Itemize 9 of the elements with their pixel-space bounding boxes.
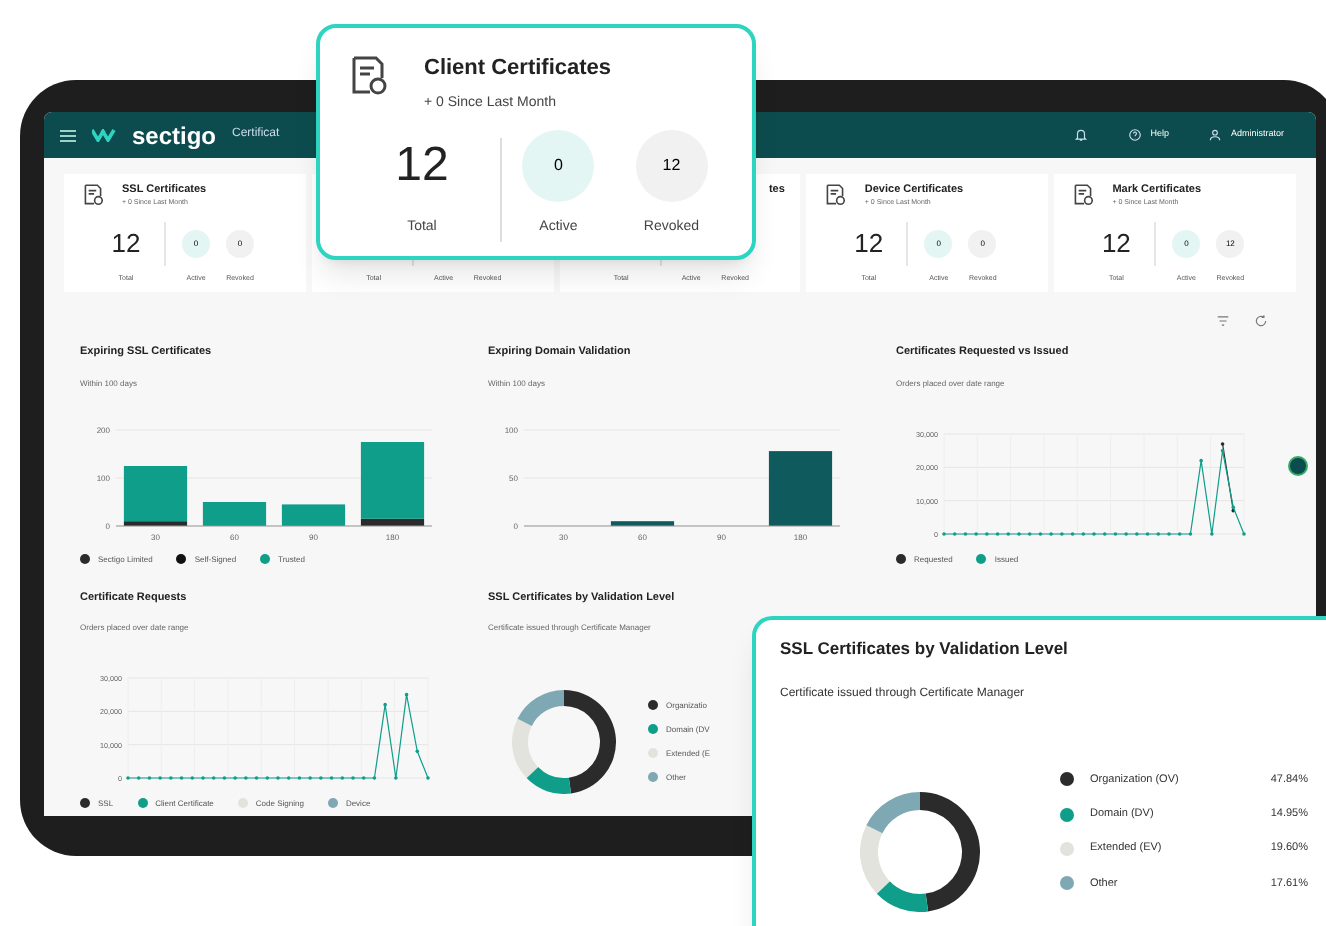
active-count: 0 (522, 130, 595, 202)
total-count: 12 (854, 226, 884, 263)
total-count: 12 (111, 226, 141, 263)
logo-wordmark: sectigo (132, 123, 217, 147)
card-title: Client Certificates (424, 54, 612, 84)
revoked-count: 12 (635, 130, 708, 202)
total-count: 12 (395, 136, 449, 196)
total-count: 12 (1101, 226, 1131, 263)
card-title: SSL Certificates by Validation Level (780, 636, 1070, 662)
